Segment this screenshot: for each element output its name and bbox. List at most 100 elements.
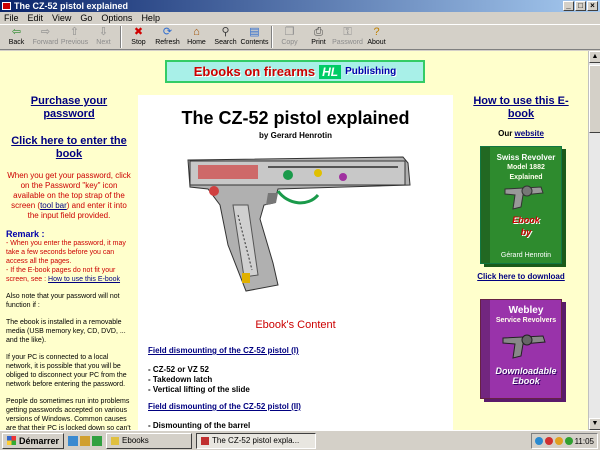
print-icon: ⎙: [314, 26, 323, 38]
antivirus-icon[interactable]: [544, 437, 553, 445]
password-icon: ⚿: [343, 26, 352, 38]
center-column: The CZ-52 pistol explained by Gerard Hen…: [138, 95, 453, 430]
window-title: The CZ-52 pistol explained: [14, 1, 129, 11]
purchase-password-link[interactable]: Purchase your password: [6, 95, 132, 121]
scroll-down-icon[interactable]: ▼: [589, 418, 600, 430]
book-by: by: [520, 227, 532, 237]
our-website-line: Our website: [498, 129, 544, 138]
note-4: People do sometimes run into problems ge…: [6, 398, 131, 430]
webley-ebook-cover[interactable]: Webley Service Revolvers Downloadable Ebo…: [480, 299, 562, 399]
update-icon[interactable]: [564, 437, 573, 445]
remark-2: - If the E-book pages do not fit your sc…: [6, 267, 121, 283]
toolbar-label: Password: [332, 39, 363, 46]
toolbar-label: Search: [214, 39, 237, 46]
volume-icon[interactable]: [554, 437, 563, 445]
refresh-icon: ⟳: [162, 26, 173, 38]
scroll-thumb[interactable]: [589, 65, 600, 133]
menu-bar: File Edit View Go Options Help: [0, 12, 600, 24]
toolbar-about-button[interactable]: ? About: [362, 25, 391, 49]
book-spine: [481, 300, 490, 398]
book-title: Swiss Revolver: [496, 153, 556, 162]
list-item: - Vertical lifting of the slide: [148, 385, 250, 394]
folder-icon[interactable]: [80, 435, 91, 446]
toolbar-label: Back: [8, 39, 25, 46]
maximize-button[interactable]: □: [575, 1, 586, 11]
taskbar-item-cz52[interactable]: The CZ-52 pistol expla...: [196, 432, 317, 449]
desktop-icon[interactable]: [92, 435, 103, 446]
toolbar-stop-button[interactable]: ✖ Stop: [124, 25, 153, 49]
website-link[interactable]: website: [515, 129, 544, 138]
taskbar-item-ebooks[interactable]: Ebooks: [106, 432, 193, 449]
close-button[interactable]: ×: [587, 1, 598, 11]
about-icon: ?: [373, 26, 380, 38]
book-author: Gérard Henrotin: [500, 252, 552, 259]
toolbar-label: About: [367, 39, 386, 46]
book-label-ebook: Ebook: [512, 215, 540, 225]
toolbar-back-button[interactable]: ⇦ Back: [2, 25, 31, 49]
toolbar-copy-button[interactable]: ❐ Copy: [275, 25, 304, 49]
clock: 11:05: [574, 436, 594, 446]
menu-view[interactable]: View: [52, 12, 71, 24]
forward-icon: ⇨: [40, 26, 51, 38]
section-2-bullets: - Dismounting of the barrel: [148, 421, 250, 430]
copy-icon: ❐: [284, 26, 295, 38]
toolbar-contents-button[interactable]: ▤ Contents: [240, 25, 269, 49]
toolbar-separator: [120, 26, 122, 48]
toolbar-forward-button[interactable]: ⇨ Forward: [31, 25, 60, 49]
menu-options[interactable]: Options: [101, 12, 132, 24]
contents-icon: ▤: [249, 26, 260, 38]
swiss-revolver-ebook-cover[interactable]: Swiss Revolver Model 1882 Explained Ebook…: [480, 146, 562, 264]
menu-edit[interactable]: Edit: [28, 12, 44, 24]
toolbar-password-button[interactable]: ⚿ Password: [332, 25, 363, 49]
page-content: Ebooks on firearms HL Publishing Purchas…: [0, 51, 600, 430]
toolbar-label: Contents: [240, 39, 269, 46]
note-2: The ebook is installed in a removable me…: [6, 319, 126, 344]
menu-file[interactable]: File: [4, 12, 19, 24]
toolbar-label: Copy: [281, 39, 298, 46]
left-column: Purchase your password Click here to ent…: [6, 95, 132, 430]
contents-title: Ebook's Content: [255, 319, 336, 331]
how-to-use-link-small[interactable]: How to use this E-book: [48, 276, 120, 283]
toolbar-print-button[interactable]: ⎙ Print: [304, 25, 333, 49]
minimize-button[interactable]: _: [563, 1, 574, 11]
toolbar-label: Previous: [60, 39, 89, 46]
author-line: by Gerard Henrotin: [259, 131, 332, 140]
toolbar-label: Forward: [32, 39, 59, 46]
toolbar-previous-button[interactable]: ⇧ Previous: [60, 25, 89, 49]
toolbar-search-button[interactable]: ⚲ Search: [211, 25, 240, 49]
revolver-image: [504, 185, 544, 210]
start-button[interactable]: Démarrer: [2, 432, 65, 449]
next-icon: ⇩: [98, 26, 109, 38]
search-icon: ⚲: [221, 26, 230, 38]
stop-icon: ✖: [133, 26, 144, 38]
vertical-scrollbar[interactable]: ▲ ▼: [588, 51, 600, 430]
enter-book-link[interactable]: Click here to enter the book: [6, 135, 132, 161]
section-1-bullets: - CZ-52 or VZ 52 - Takedown latch - Vert…: [148, 365, 250, 395]
menu-go[interactable]: Go: [80, 12, 92, 24]
banner-text: Ebooks on firearms: [193, 64, 316, 79]
network-icon[interactable]: [534, 437, 543, 445]
banner[interactable]: Ebooks on firearms HL Publishing: [165, 60, 425, 83]
note-3: If your PC is connected to a local netwo…: [6, 354, 127, 388]
toolbar-next-button[interactable]: ⇩ Next: [89, 25, 118, 49]
book-label-downloadable: Downloadable Ebook: [495, 366, 557, 386]
toolbar-home-button[interactable]: ⌂ Home: [182, 25, 211, 49]
hl-logo: HL: [319, 64, 342, 79]
scroll-up-icon[interactable]: ▲: [589, 51, 600, 63]
menu-help[interactable]: Help: [141, 12, 160, 24]
section-link-field-dismounting-2[interactable]: Field dismounting of the CZ-52 pistol (I…: [148, 402, 301, 411]
system-tray: 11:05: [530, 433, 598, 449]
toolbar-refresh-button[interactable]: ⟳ Refresh: [153, 25, 182, 49]
list-item: - CZ-52 or VZ 52: [148, 365, 209, 374]
how-to-use-link[interactable]: How to use this E-book: [462, 95, 580, 121]
toolbar-link[interactable]: tool bar: [40, 201, 67, 210]
home-icon: ⌂: [193, 26, 200, 38]
download-link[interactable]: Click here to download: [462, 272, 580, 281]
windows-logo-icon: [7, 436, 16, 445]
banner-publishing: Publishing: [345, 66, 397, 77]
section-link-field-dismounting-1[interactable]: Field dismounting of the CZ-52 pistol (I…: [148, 346, 299, 355]
ie-icon[interactable]: [68, 435, 79, 446]
toolbar-label: Print: [311, 39, 326, 46]
book-spine: [481, 147, 490, 263]
note-1: Also note that your password will not fu…: [6, 293, 120, 309]
